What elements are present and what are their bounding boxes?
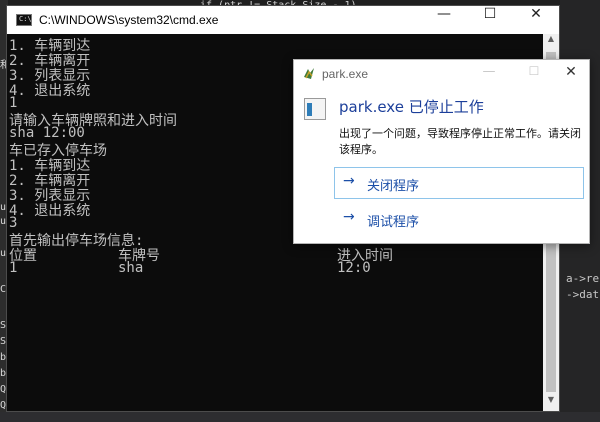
- console-line: 请输入车辆牌照和进入时间: [9, 113, 177, 129]
- console-line: 3. 列表显示: [9, 188, 91, 204]
- table-cell-plate: sha: [118, 260, 144, 276]
- debug-program-label: 调试程序: [367, 215, 420, 230]
- console-line: 3: [9, 215, 18, 231]
- console-line: 首先输出停车场信息:: [9, 233, 144, 249]
- dialog-title-bar[interactable]: park.exe — ☐ ✕: [294, 60, 589, 88]
- console-line: 3. 列表显示: [9, 68, 91, 84]
- cmd-close-button[interactable]: ✕: [513, 6, 559, 34]
- close-program-label: 关闭程序: [367, 179, 420, 194]
- scroll-up-arrow-icon[interactable]: ▲: [543, 34, 559, 50]
- console-line: 4. 退出系统: [9, 83, 91, 99]
- cmd-maximize-button[interactable]: ☐: [467, 6, 513, 34]
- table-header-time: 进入时间: [337, 248, 393, 264]
- console-line: 2. 车辆离开: [9, 173, 91, 189]
- cmd-window-title: C:\WINDOWS\system32\cmd.exe: [39, 13, 219, 27]
- arrow-right-icon: →: [343, 209, 355, 225]
- dialog-message: 出现了一个问题，导致程序停止正常工作。请关闭该程序。: [339, 127, 581, 156]
- console-line: 车已存入停车场: [9, 143, 107, 159]
- console-line: 1. 车辆到达: [9, 158, 91, 174]
- cmd-minimize-button[interactable]: —: [421, 6, 467, 34]
- dialog-title: park.exe: [322, 67, 369, 81]
- console-line: 4. 退出系统: [9, 203, 91, 219]
- console-line: sha 12:00: [9, 125, 85, 141]
- app-bug-icon: [304, 68, 314, 79]
- background-fragment: a->re: [566, 272, 600, 285]
- table-cell-time: 12:0: [337, 260, 371, 276]
- cmd-title-bar[interactable]: C:\ C:\WINDOWS\system32\cmd.exe — ☐ ✕: [7, 6, 559, 34]
- close-program-option[interactable]: → 关闭程序: [334, 167, 584, 199]
- table-header-plate: 车牌号: [118, 248, 160, 264]
- background-bottom-bar: [0, 412, 600, 422]
- background-fragment: ->dat: [566, 288, 600, 301]
- dialog-heading: park.exe 已停止工作: [339, 98, 484, 116]
- dialog-minimize-button[interactable]: —: [474, 64, 504, 84]
- arrow-right-icon: →: [343, 173, 355, 189]
- cmd-app-icon: C:\: [16, 14, 32, 26]
- error-dialog: park.exe — ☐ ✕ park.exe 已停止工作 出现了一个问题，导致…: [293, 59, 590, 244]
- scroll-down-arrow-icon[interactable]: ▼: [543, 395, 559, 411]
- debug-program-option[interactable]: → 调试程序: [334, 203, 584, 235]
- cmd-icon-label: C:\: [19, 15, 32, 23]
- console-line: 1. 车辆到达: [9, 38, 91, 54]
- dialog-maximize-button[interactable]: ☐: [519, 64, 549, 84]
- table-header-position: 位置: [9, 248, 37, 264]
- program-window-icon: [304, 98, 326, 120]
- console-line: 1: [9, 95, 18, 111]
- console-line: 2. 车辆离开: [9, 53, 91, 69]
- dialog-close-button[interactable]: ✕: [556, 64, 586, 84]
- table-cell-position: 1: [9, 260, 18, 276]
